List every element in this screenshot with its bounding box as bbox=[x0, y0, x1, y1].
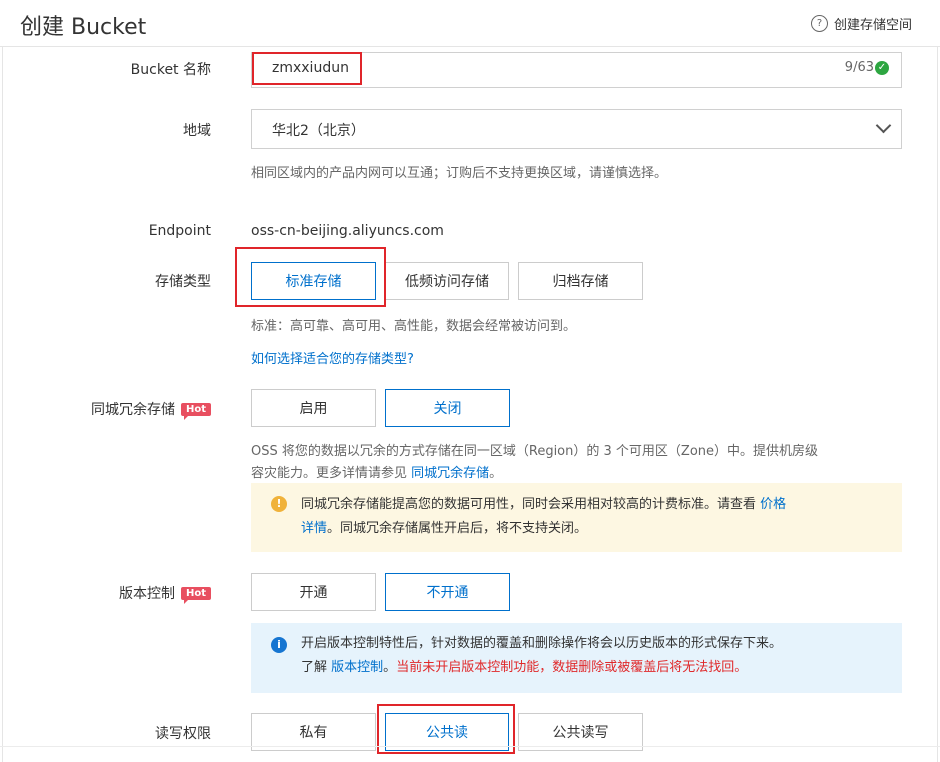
chevron-down-icon bbox=[875, 117, 892, 134]
versioning-info-notice: i 开启版本控制特性后，针对数据的覆盖和删除操作将会以历史版本的形式保存下来。 … bbox=[251, 623, 902, 693]
zrs-hint-line2: 容灾能力。更多详情请参见 bbox=[251, 466, 408, 481]
versioning-enable-button[interactable]: 开通 bbox=[251, 573, 376, 611]
versioning-notice-text: 开启版本控制特性后，针对数据的覆盖和删除操作将会以历史版本的形式保存下来。 了解… bbox=[301, 632, 882, 680]
char-counter: 9/63 ✓ bbox=[845, 60, 889, 75]
bucket-name-input[interactable]: zmxxiudun 9/63 ✓ bbox=[251, 52, 902, 88]
exclamation-circle-icon: ! bbox=[271, 496, 287, 512]
acl-label: 读写权限 bbox=[155, 726, 211, 742]
endpoint-value: oss-cn-beijing.aliyuncs.com bbox=[251, 223, 444, 239]
hot-badge: Hot bbox=[180, 403, 211, 420]
zrs-notice-text: 同城冗余存储能提高您的数据可用性，同时会采用相对较高的计费标准。请查看 价格 详… bbox=[301, 493, 882, 541]
bucket-name-label: Bucket 名称 bbox=[130, 62, 211, 78]
region-label: 地域 bbox=[183, 123, 211, 139]
zrs-enable-button[interactable]: 启用 bbox=[251, 389, 376, 427]
storage-class-label: 存储类型 bbox=[155, 274, 211, 290]
versioning-danger-text: 当前未开启版本控制功能，数据删除或被覆盖后将无法找回。 bbox=[396, 660, 748, 675]
zrs-notice-line1: 同城冗余存储能提高您的数据可用性，同时会采用相对较高的计费标准。请查看 bbox=[301, 497, 757, 512]
char-counter-text: 9/63 bbox=[844, 60, 874, 75]
help-link[interactable]: ? 创建存储空间 bbox=[810, 14, 912, 33]
right-border bbox=[937, 47, 938, 762]
question-circle-icon: ? bbox=[810, 15, 828, 32]
storage-class-hint: 标准：高可靠、高可用、高性能，数据会经常被访问到。 bbox=[251, 319, 577, 334]
storage-class-archive[interactable]: 归档存储 bbox=[518, 262, 643, 300]
zrs-notice-line2: 。同城冗余存储属性开启后，将不支持关闭。 bbox=[327, 521, 588, 536]
page-header: 创建 Bucket ? 创建存储空间 bbox=[0, 0, 940, 46]
zrs-hint-end: 。 bbox=[489, 466, 503, 481]
zrs-disable-button[interactable]: 关闭 bbox=[385, 389, 510, 427]
zrs-hint-line1: OSS 将您的数据以冗余的方式存储在同一区域（Region）的 3 个可用区（Z… bbox=[251, 444, 819, 459]
bucket-name-value: zmxxiudun bbox=[272, 60, 349, 76]
zrs-label: 同城冗余存储 Hot bbox=[0, 399, 211, 420]
endpoint-label: Endpoint bbox=[148, 223, 211, 239]
versioning-notice-sep: 。 bbox=[383, 660, 397, 675]
storage-class-ia[interactable]: 低频访问存储 bbox=[385, 262, 509, 300]
versioning-label-text: 版本控制 bbox=[118, 586, 175, 602]
versioning-disable-button[interactable]: 不开通 bbox=[385, 573, 510, 611]
versioning-label: 版本控制 Hot bbox=[0, 583, 211, 604]
versioning-doc-link[interactable]: 版本控制 bbox=[331, 660, 383, 675]
zrs-label-text: 同城冗余存储 bbox=[90, 402, 175, 418]
region-value: 华北2（北京） bbox=[272, 123, 365, 139]
hot-badge: Hot bbox=[180, 587, 211, 604]
help-label: 创建存储空间 bbox=[833, 18, 912, 33]
info-circle-icon: i bbox=[271, 637, 287, 653]
storage-class-standard[interactable]: 标准存储 bbox=[251, 262, 376, 300]
versioning-notice-line1: 开启版本控制特性后，针对数据的覆盖和删除操作将会以历史版本的形式保存下来。 bbox=[301, 636, 783, 651]
check-circle-icon: ✓ bbox=[875, 60, 889, 75]
zrs-hint: OSS 将您的数据以冗余的方式存储在同一区域（Region）的 3 个可用区（Z… bbox=[251, 441, 818, 485]
storage-class-help-link[interactable]: 如何选择适合您的存储类型? bbox=[251, 348, 414, 367]
pricing-link-part1[interactable]: 价格 bbox=[760, 497, 786, 512]
page-title: 创建 Bucket bbox=[20, 15, 147, 40]
versioning-notice-prefix: 了解 bbox=[301, 660, 328, 675]
footer-divider bbox=[0, 746, 940, 747]
region-hint: 相同区域内的产品内网可以互通；订购后不支持更换区域，请谨慎选择。 bbox=[251, 166, 668, 181]
header-divider bbox=[0, 46, 940, 47]
region-select[interactable]: 华北2（北京） bbox=[251, 109, 902, 149]
zrs-doc-link[interactable]: 同城冗余存储 bbox=[411, 466, 489, 481]
zrs-warning-notice: ! 同城冗余存储能提高您的数据可用性，同时会采用相对较高的计费标准。请查看 价格… bbox=[251, 483, 902, 552]
pricing-link-part2[interactable]: 详情 bbox=[301, 521, 327, 536]
